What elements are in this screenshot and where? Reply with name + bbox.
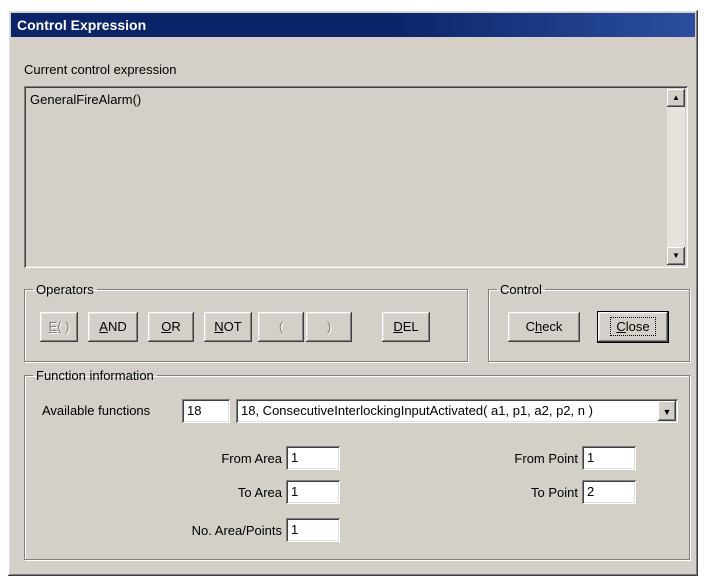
- operators-legend: Operators: [36, 282, 94, 297]
- function-information-legend: Function information: [36, 368, 154, 383]
- and-button[interactable]: AND: [88, 312, 138, 342]
- from-area-input[interactable]: 1: [286, 446, 340, 470]
- expression-scrollbar[interactable]: ▲ ▼: [667, 89, 685, 265]
- function-select-value: 18, ConsecutiveInterlockingInputActivate…: [241, 403, 593, 418]
- to-point-label: To Point: [531, 485, 578, 500]
- close-button[interactable]: Close: [598, 312, 668, 342]
- expression-textarea[interactable]: GeneralFireAlarm() ▲ ▼: [24, 86, 688, 268]
- available-functions-count[interactable]: 18: [182, 399, 230, 423]
- expression-value: GeneralFireAlarm(): [30, 92, 142, 107]
- from-area-label: From Area: [221, 451, 282, 466]
- not-button[interactable]: NOT: [204, 312, 252, 342]
- function-select[interactable]: 18, ConsecutiveInterlockingInputActivate…: [236, 399, 678, 423]
- available-functions-label: Available functions: [42, 403, 151, 418]
- delete-button[interactable]: DEL: [382, 312, 430, 342]
- control-legend: Control: [500, 282, 542, 297]
- to-area-input[interactable]: 1: [286, 480, 340, 504]
- no-area-points-label: No. Area/Points: [191, 523, 282, 538]
- scroll-down-icon[interactable]: ▼: [667, 247, 685, 265]
- from-point-input[interactable]: 1: [582, 446, 636, 470]
- from-point-label: From Point: [514, 451, 578, 466]
- no-area-points-input[interactable]: 1: [286, 518, 340, 542]
- close-paren-button[interactable]: ): [306, 312, 352, 342]
- current-expression-label: Current control expression: [24, 62, 177, 77]
- window-title[interactable]: Control Expression: [11, 13, 695, 37]
- or-button[interactable]: OR: [148, 312, 194, 342]
- e-parens-button[interactable]: E( ): [40, 312, 78, 342]
- to-point-input[interactable]: 2: [582, 480, 636, 504]
- to-area-label: To Area: [237, 485, 282, 500]
- control-expression-window: Control Expression Current control expre…: [8, 10, 698, 576]
- chevron-down-icon[interactable]: ▼: [658, 401, 676, 421]
- check-button[interactable]: Check: [508, 312, 580, 342]
- scroll-up-icon[interactable]: ▲: [667, 89, 685, 107]
- open-paren-button[interactable]: (: [258, 312, 304, 342]
